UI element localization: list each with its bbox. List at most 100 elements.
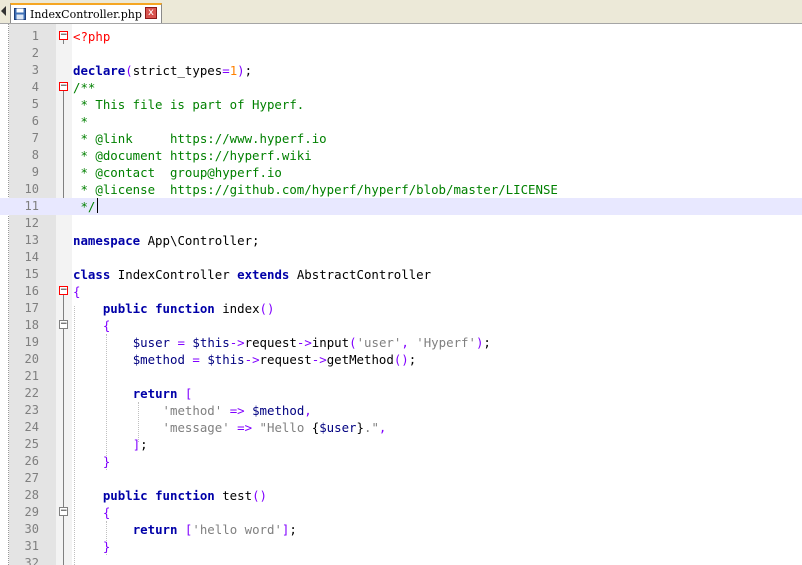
code-token: ."	[364, 420, 379, 435]
code-token: 'hello word'	[192, 522, 282, 537]
line-number: 21	[24, 369, 39, 383]
code-text: return [	[73, 385, 193, 402]
code-token: {	[73, 284, 81, 299]
code-line[interactable]: 5 * This file is part of Hyperf.	[0, 96, 802, 113]
code-token: =	[177, 335, 185, 350]
line-number: 22	[24, 386, 39, 400]
code-line[interactable]: 20 $method = $this->request->getMethod()…	[0, 351, 802, 368]
code-line[interactable]: 4 −/**	[0, 79, 802, 96]
code-token: ->	[311, 352, 327, 367]
code-token: ()	[393, 352, 409, 367]
code-line[interactable]: 31 }	[0, 538, 802, 555]
code-token: App\Controller;	[140, 233, 260, 248]
code-line[interactable]: 17 public function index()	[0, 300, 802, 317]
code-editor[interactable]: 1− <?php 2 3 declare(strict_types=1); 4−/** 5 …	[0, 24, 802, 565]
code-token: declare	[73, 63, 126, 78]
code-token: extends	[237, 267, 290, 282]
code-text: */	[73, 198, 95, 215]
line-number: 20	[24, 352, 39, 366]
fold-minus-icon[interactable]: −	[59, 320, 68, 329]
code-text: class IndexController extends AbstractCo…	[73, 266, 431, 283]
code-text: {	[73, 317, 110, 334]
line-number: 3	[31, 63, 39, 77]
code-text: 'method' => $method,	[73, 402, 312, 419]
code-line[interactable]: 1 − <?php	[0, 28, 802, 45]
scroll-left-arrow-icon[interactable]	[1, 6, 6, 16]
code-line[interactable]: 19 $user = $this->request->input('user',…	[0, 334, 802, 351]
code-token: ;	[140, 437, 148, 452]
line-number: 31	[24, 539, 39, 553]
close-icon[interactable]: x	[145, 7, 157, 19]
code-line[interactable]: 15 class IndexController extends Abstract…	[0, 266, 802, 283]
fold-minus-icon[interactable]: −	[59, 507, 68, 516]
code-token: $user	[319, 420, 357, 435]
code-line[interactable]: 25 ];	[0, 436, 802, 453]
code-line[interactable]: 23 'method' => $method,	[0, 402, 802, 419]
fold-minus-icon[interactable]: −	[59, 286, 68, 295]
code-line[interactable]: 14	[0, 249, 802, 266]
code-token: {	[102, 505, 111, 520]
code-line[interactable]: 16 −{	[0, 283, 802, 300]
line-number: 10	[24, 182, 39, 196]
code-line[interactable]: 10 * @license https://github.com/hyperf/…	[0, 181, 802, 198]
code-token: * @contact group@hyperf.io	[73, 165, 282, 180]
code-line[interactable]: 7 * @link https://www.hyperf.io	[0, 130, 802, 147]
code-token: ()	[259, 301, 275, 316]
code-line[interactable]: 12	[0, 215, 802, 232]
line-number: 4	[31, 80, 39, 94]
code-token: ->	[229, 335, 245, 350]
fold-minus-icon[interactable]: −	[59, 82, 68, 91]
code-line[interactable]: 29 − {	[0, 504, 802, 521]
line-number: 15	[24, 267, 39, 281]
code-line[interactable]: 6 *	[0, 113, 802, 130]
code-line[interactable]: 11 */	[0, 198, 802, 215]
line-number: 11	[24, 199, 39, 213]
line-number: 13	[24, 233, 39, 247]
code-token: ;	[289, 522, 297, 537]
code-text: *	[73, 113, 87, 130]
code-text: {	[73, 283, 80, 300]
code-text: declare(strict_types=1);	[73, 62, 252, 79]
code-token: * @document https://hyperf.wiki	[73, 148, 312, 163]
code-token: ,	[378, 420, 387, 435]
fold-minus-icon[interactable]: −	[59, 31, 68, 40]
code-line[interactable]: 9 * @contact group@hyperf.io	[0, 164, 802, 181]
tab-filename: IndexController.php	[30, 7, 142, 21]
code-line[interactable]: 21	[0, 368, 802, 385]
code-line[interactable]: 13 namespace App\Controller;	[0, 232, 802, 249]
tab-indexcontroller[interactable]: IndexController.php x	[10, 3, 162, 23]
code-token: $this	[207, 352, 245, 367]
code-text: <?php	[73, 28, 110, 45]
code-text: $method = $this->request->getMethod();	[73, 351, 417, 368]
code-line[interactable]: 28 public function test()	[0, 487, 802, 504]
code-line[interactable]: 24 'message' => "Hello {$user}.",	[0, 419, 802, 436]
code-line[interactable]: 8 * @document https://hyperf.wiki	[0, 147, 802, 164]
code-line[interactable]: 22 return [	[0, 385, 802, 402]
code-token: public	[102, 488, 148, 503]
code-token: request	[259, 352, 312, 367]
code-token: }	[102, 454, 111, 469]
code-line[interactable]: 30 return ['hello word'];	[0, 521, 802, 538]
code-line[interactable]: 32	[0, 555, 802, 565]
code-token: function	[155, 488, 215, 503]
code-token: $this	[192, 335, 230, 350]
code-token: function	[155, 301, 215, 316]
code-token: request	[244, 335, 297, 350]
line-number: 26	[24, 454, 39, 468]
line-number: 8	[31, 148, 39, 162]
code-token: 'user'	[356, 335, 402, 350]
code-line[interactable]: 18 − {	[0, 317, 802, 334]
code-text: * @license https://github.com/hyperf/hyp…	[73, 181, 557, 198]
code-token: $user	[132, 335, 170, 350]
code-line[interactable]: 2	[0, 45, 802, 62]
code-line[interactable]: 27	[0, 470, 802, 487]
code-token: 'method'	[162, 403, 223, 418]
code-line[interactable]: 3 declare(strict_types=1);	[0, 62, 802, 79]
code-line[interactable]: 26 }	[0, 453, 802, 470]
